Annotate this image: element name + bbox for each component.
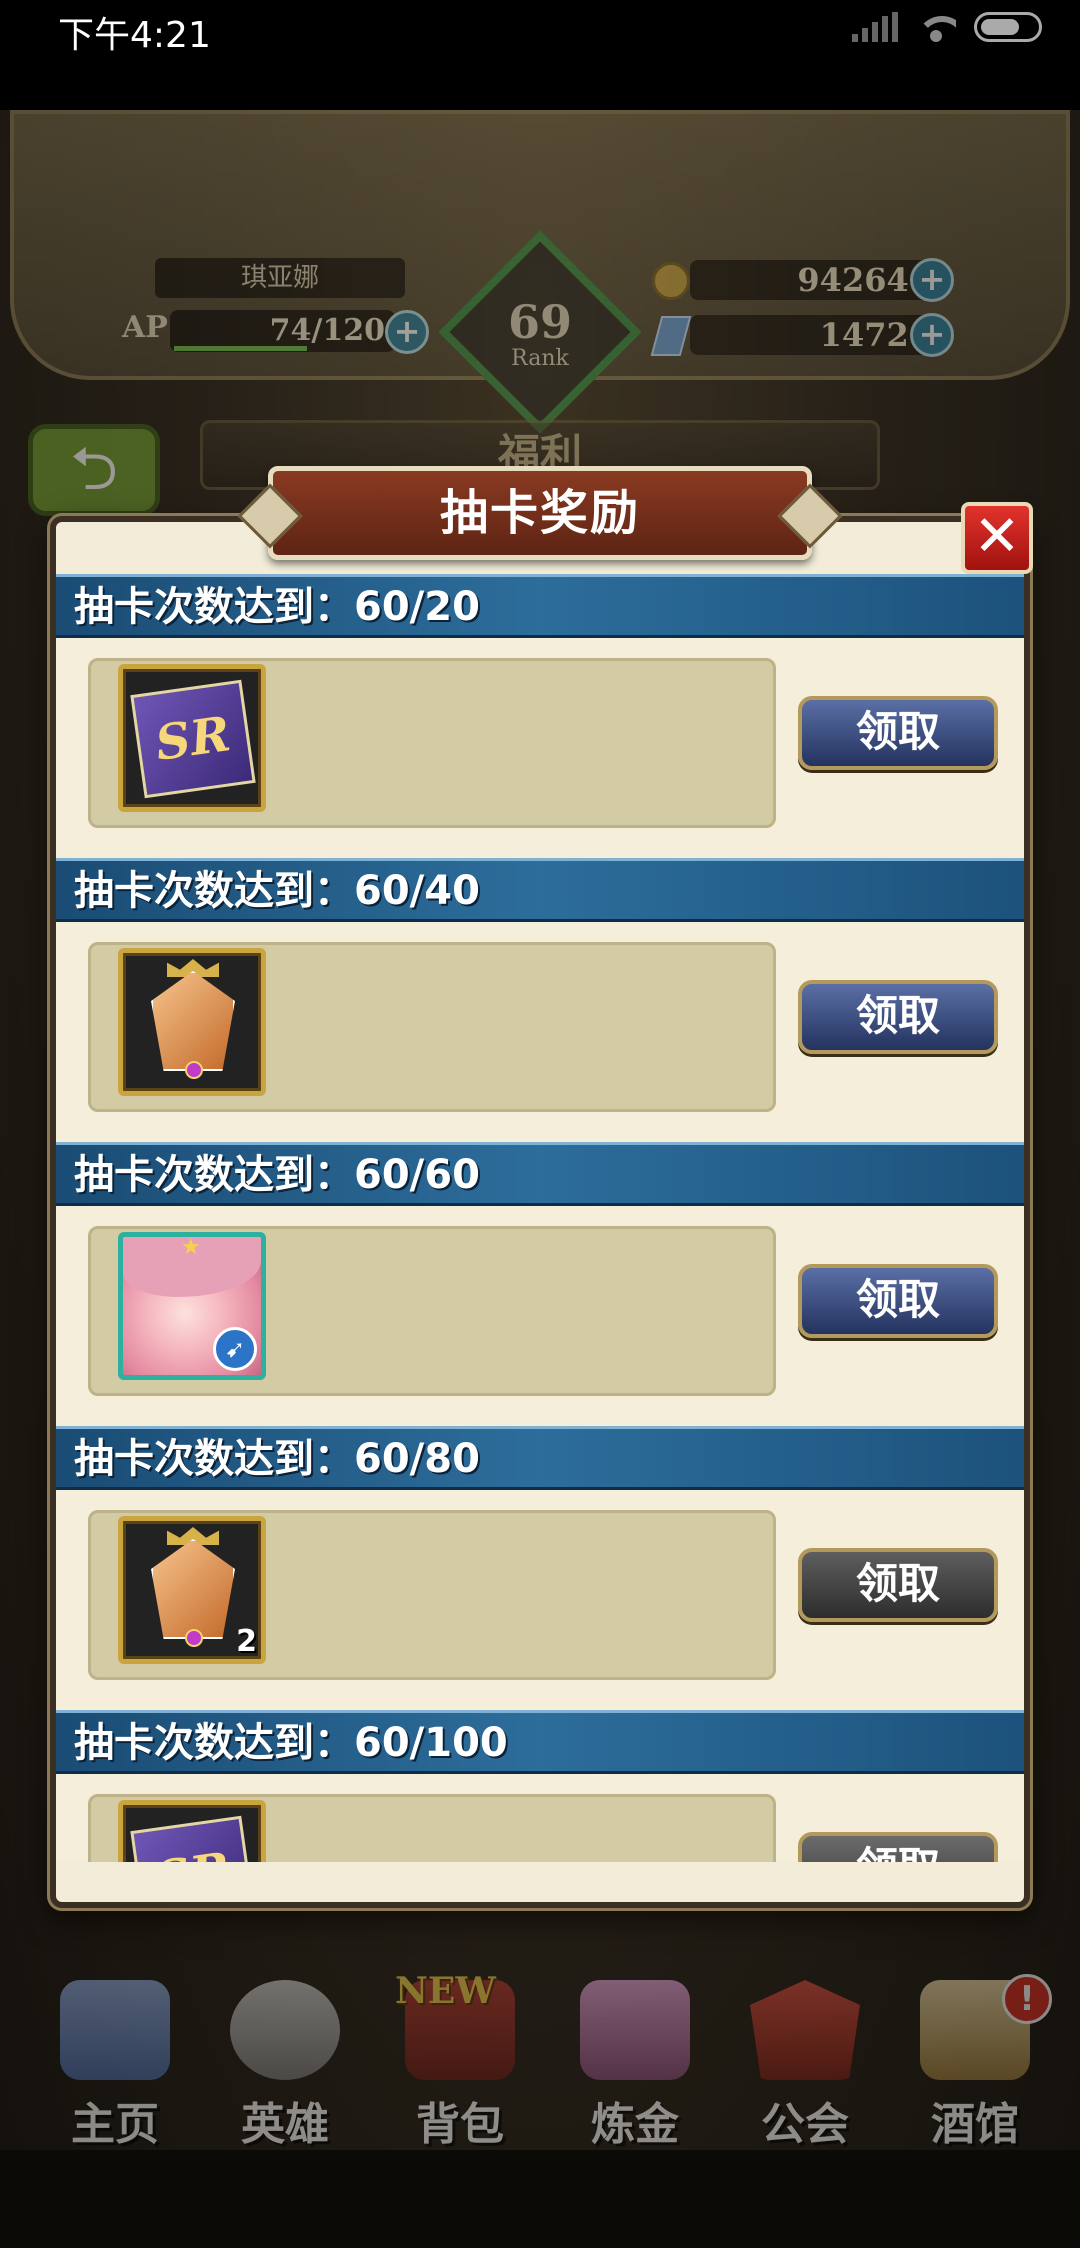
nav-heroes[interactable]: 英雄 <box>200 1960 370 2160</box>
helmet-icon <box>230 1980 340 2080</box>
close-button[interactable]: ✕ <box>961 502 1033 574</box>
reward-header: 抽卡次数达到：60/60 <box>56 1142 1024 1206</box>
reward-header: 抽卡次数达到：60/40 <box>56 858 1024 922</box>
castle-icon <box>60 1980 170 2080</box>
reward-item: 抽卡次数达到：60/60 ★ ➹ 领取 <box>56 1142 1024 1426</box>
ap-progress-fill <box>174 346 307 351</box>
shield-icon <box>750 1980 860 2080</box>
sr-card-label: SR <box>130 679 256 799</box>
new-tag: NEW <box>395 1970 496 2012</box>
nav-bag[interactable]: NEW 背包 <box>375 1960 545 2160</box>
gold-plus-button[interactable]: + <box>910 258 954 302</box>
bottom-strip <box>0 2150 1080 2248</box>
nav-alchemy[interactable]: 炼金 <box>550 1960 720 2160</box>
claim-button[interactable]: 领取 <box>798 1832 998 1862</box>
reward-body: 领取 <box>56 922 1024 1142</box>
reward-item: 抽卡次数达到：60/100 SR 领取 <box>56 1710 1024 1862</box>
claim-button-disabled: 领取 <box>798 1548 998 1622</box>
signal-icon <box>852 12 898 42</box>
modal-title: 抽卡奖励 <box>268 466 812 560</box>
gold-coin-icon <box>652 262 690 300</box>
back-button[interactable]: ⮌ <box>28 424 160 516</box>
alert-badge: ! <box>1002 1974 1052 2024</box>
gem-amount: 14726 <box>690 315 945 355</box>
star-icon: ★ <box>181 1235 201 1260</box>
nav-guild[interactable]: 公会 <box>720 1960 890 2160</box>
crest-gem-icon[interactable]: 2 <box>118 1516 266 1664</box>
status-bar: 下午4:21 <box>0 0 1080 110</box>
sr-card-icon[interactable]: SR <box>118 664 266 812</box>
reward-list[interactable]: 抽卡次数达到：60/20 SR 领取 抽卡次数达到：60/40 领取 抽卡次数达… <box>56 574 1024 1862</box>
wifi-icon <box>916 12 956 42</box>
nav-label: 背包 <box>416 2099 504 2150</box>
status-time: 下午4:21 <box>58 15 211 56</box>
gem-dot-icon <box>185 1629 203 1647</box>
claim-button[interactable]: 领取 <box>798 1264 998 1338</box>
quantity-badge: 2 <box>236 1624 257 1659</box>
reward-body: SR 领取 <box>56 1774 1024 1862</box>
reward-item: 抽卡次数达到：60/40 领取 <box>56 858 1024 1142</box>
nav-tavern[interactable]: ! 酒馆 <box>890 1960 1060 2160</box>
crest-gem-icon[interactable] <box>118 948 266 1096</box>
rank-label: Rank <box>511 346 569 371</box>
gem-dot-icon <box>185 1061 203 1079</box>
nav-label: 主页 <box>71 2099 159 2150</box>
nav-label: 英雄 <box>241 2099 329 2150</box>
crystal-crest-icon <box>151 971 235 1071</box>
reward-item: 抽卡次数达到：60/80 2 领取 <box>56 1426 1024 1710</box>
lance-class-icon: ➹ <box>213 1327 257 1371</box>
nav-label: 酒馆 <box>931 2099 1019 2150</box>
reward-body: ★ ➹ 领取 <box>56 1206 1024 1426</box>
claim-button[interactable]: 领取 <box>798 980 998 1054</box>
status-icons <box>852 12 1042 42</box>
potion-icon <box>580 1980 690 2080</box>
rank-number: 69 <box>507 295 572 349</box>
top-hud: 琪亚娜 AP 74/120 + 69 Rank 942640 + 14726 + <box>0 110 1080 434</box>
crystal-crest-icon <box>151 1539 235 1639</box>
player-name: 琪亚娜 <box>155 258 405 298</box>
gold-amount: 942640 <box>690 260 945 300</box>
sr-card-label: SR <box>130 1815 256 1862</box>
reward-body: SR 领取 <box>56 638 1024 858</box>
claim-button[interactable]: 领取 <box>798 696 998 770</box>
sr-card-icon[interactable]: SR <box>118 1800 266 1862</box>
bottom-nav: 主页 英雄 NEW 背包 炼金 公会 ! 酒馆 <box>0 1960 1080 2160</box>
reward-header: 抽卡次数达到：60/100 <box>56 1710 1024 1774</box>
reward-header: 抽卡次数达到：60/80 <box>56 1426 1024 1490</box>
gem-plus-button[interactable]: + <box>910 313 954 357</box>
ap-label: AP <box>122 310 168 345</box>
nav-label: 炼金 <box>591 2099 679 2150</box>
battery-icon <box>974 12 1042 42</box>
reward-body: 2 领取 <box>56 1490 1024 1710</box>
nav-home[interactable]: 主页 <box>30 1960 200 2160</box>
reward-item: 抽卡次数达到：60/20 SR 领取 <box>56 574 1024 858</box>
hero-portrait-icon[interactable]: ★ ➹ <box>118 1232 266 1380</box>
ap-plus-button[interactable]: + <box>385 310 429 354</box>
reward-header: 抽卡次数达到：60/20 <box>56 574 1024 638</box>
nav-label: 公会 <box>761 2099 849 2150</box>
